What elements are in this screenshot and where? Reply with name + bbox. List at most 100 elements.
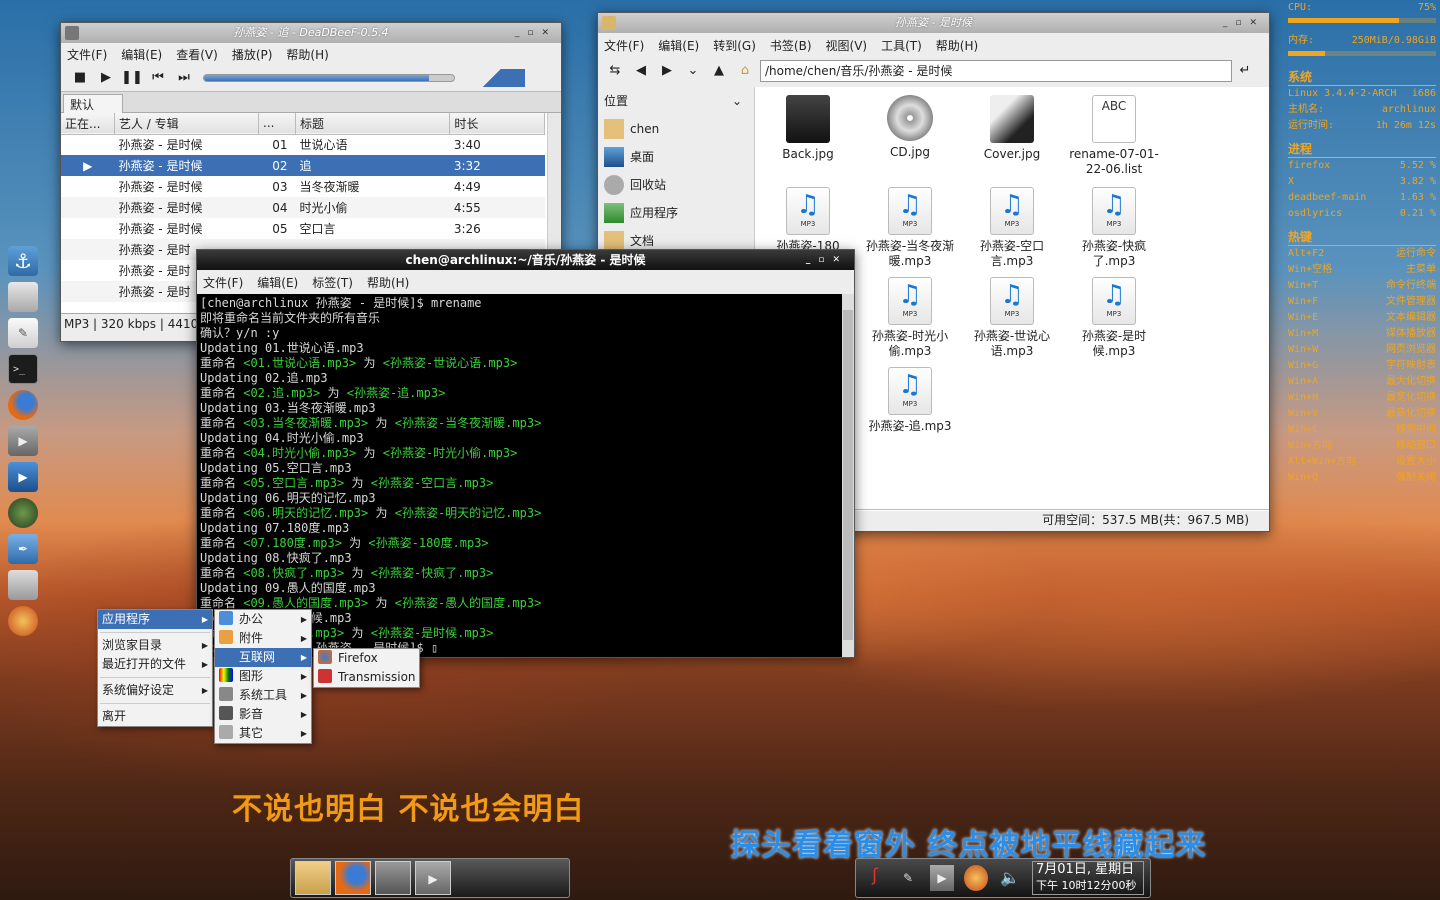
app-category-item[interactable]: 办公 ▶	[215, 610, 311, 629]
terminal-output[interactable]: [chen@archlinux 孙燕姿 - 是时候]$ mrename 即将重命名…	[197, 294, 842, 657]
window-controls[interactable]: _▫✕	[1223, 13, 1265, 33]
app-category-item[interactable]: 影音 ▶	[215, 705, 311, 724]
file-item[interactable]: ♫ MP3 孙燕姿-世说心语.mp3	[967, 277, 1057, 359]
video-icon[interactable]: ▶	[8, 462, 38, 492]
playlist-row[interactable]: 孙燕姿 - 是时候 05 空口言 3:26	[61, 218, 545, 239]
media-player-icon[interactable]: ▶	[8, 426, 38, 456]
app-category-item[interactable]: 其它 ▶	[215, 724, 311, 743]
terminal-titlebar[interactable]: chen@archlinux:~/音乐/孙燕姿 - 是时候 _▫✕	[197, 250, 854, 270]
window-controls[interactable]: _▫✕	[806, 250, 848, 270]
menu-item[interactable]: 书签(B)	[770, 37, 812, 54]
menu-item[interactable]: 编辑(E)	[121, 46, 162, 63]
file-item[interactable]: Back.jpg	[763, 95, 853, 162]
path-bar[interactable]: /home/chen/音乐/孙燕姿 - 是时候	[760, 60, 1232, 82]
main-menu-item[interactable]: 应用程序 ▶	[98, 610, 212, 629]
column-header[interactable]: 艺人 / 专辑	[114, 113, 260, 134]
player-task-icon[interactable]: ▶	[415, 861, 451, 895]
go-icon[interactable]: ↵	[1232, 60, 1258, 82]
app-category-item[interactable]: 图形 ▶	[215, 667, 311, 686]
file-item[interactable]: ♫ MP3 孙燕姿-时光小偷.mp3	[865, 277, 955, 359]
places-header[interactable]: 位置 ⌄	[598, 87, 752, 115]
new-tab-icon[interactable]: ⇆	[602, 60, 628, 82]
previous-icon[interactable]: ⏮	[145, 67, 171, 89]
lyrics-tray-icon[interactable]	[964, 865, 988, 891]
folder-task-icon[interactable]	[295, 861, 331, 895]
main-menu-item[interactable]: 系统偏好设定 ▶	[98, 681, 212, 700]
playlist-row[interactable]: 孙燕姿 - 是时候 01 世说心语 3:40	[61, 134, 545, 155]
file-item[interactable]: ♫ MP3 孙燕姿-快疯了.mp3	[1069, 187, 1159, 269]
app-category-item[interactable]: 互联网 ▶	[215, 648, 311, 667]
next-icon[interactable]: ⏭	[171, 67, 197, 89]
clock[interactable]: 7月01日, 星期日 下午 10时12分00秒	[1032, 861, 1144, 895]
main-menu-item[interactable]: 离开	[98, 707, 212, 726]
terminal-scrollbar[interactable]	[842, 294, 854, 657]
pause-icon[interactable]: ❚❚	[119, 67, 145, 89]
menu-item[interactable]: 工具(T)	[881, 37, 922, 54]
menu-item[interactable]: 帮助(H)	[936, 37, 978, 54]
column-header[interactable]: 标题	[295, 113, 451, 134]
app-tray-icon[interactable]: ʃ	[864, 865, 886, 891]
menu-item[interactable]: 文件(F)	[203, 274, 243, 291]
up-icon[interactable]: ▲	[706, 60, 732, 82]
file-item[interactable]: ABC rename-07-01-22-06.list	[1069, 95, 1159, 177]
menu-item[interactable]: 转到(G)	[713, 37, 756, 54]
flame-icon[interactable]	[8, 606, 38, 636]
terminal-icon[interactable]: >_	[8, 354, 38, 384]
pen-tray-icon[interactable]: ✎	[896, 865, 920, 891]
column-header[interactable]: 正在...	[61, 113, 115, 134]
file-item[interactable]: CD.jpg	[865, 95, 955, 160]
anchor-icon[interactable]: ⚓	[8, 246, 38, 276]
menu-item[interactable]: 编辑(E)	[658, 37, 699, 54]
menu-item[interactable]: 查看(V)	[176, 46, 218, 63]
file-item[interactable]: ♫ MP3 孙燕姿-是时候.mp3	[1069, 277, 1159, 359]
column-header[interactable]: 时长	[449, 113, 545, 134]
volume-icon[interactable]: 🔈	[998, 865, 1022, 891]
file-item[interactable]: ♫ MP3 孙燕姿-当冬夜渐暖.mp3	[865, 187, 955, 269]
home-folder-icon[interactable]: ⌂	[732, 60, 758, 82]
file-item[interactable]: ♫ MP3 孙燕姿-追.mp3	[865, 367, 955, 434]
playlist-tab-default[interactable]: 默认	[63, 94, 123, 113]
main-menu-item[interactable]: 浏览家目录 ▶	[98, 636, 212, 655]
column-header[interactable]: ...	[258, 113, 297, 134]
place-item[interactable]: 应用程序	[598, 199, 752, 227]
file-item[interactable]: Cover.jpg	[967, 95, 1057, 162]
app-category-item[interactable]: 附件 ▶	[215, 629, 311, 648]
player-tray-icon[interactable]: ▶	[930, 865, 954, 891]
terminal-scroll-thumb[interactable]	[843, 310, 853, 640]
place-item[interactable]: chen	[598, 115, 752, 143]
main-menu-item[interactable]: 最近打开的文件 ▶	[98, 655, 212, 674]
chevron-down-icon[interactable]: ⌄	[732, 87, 742, 115]
play-icon[interactable]: ▶	[93, 67, 119, 89]
menu-item[interactable]: 帮助(H)	[286, 46, 328, 63]
window-controls[interactable]: _▫✕	[515, 23, 557, 43]
app-category-item[interactable]: 系统工具 ▶	[215, 686, 311, 705]
place-item[interactable]: 回收站	[598, 171, 752, 199]
firefox-icon[interactable]	[8, 390, 38, 420]
stop-icon[interactable]: ■	[67, 67, 93, 89]
file-item[interactable]: ♫ MP3 孙燕姿-180	[763, 187, 853, 254]
monitor-task-icon[interactable]	[375, 861, 411, 895]
globe-icon[interactable]	[8, 498, 38, 528]
forward-icon[interactable]: ▶	[654, 60, 680, 82]
volume-bar[interactable]	[459, 69, 525, 87]
menu-item[interactable]: 帮助(H)	[367, 274, 409, 291]
drive-icon[interactable]	[8, 282, 38, 312]
place-item[interactable]: 桌面	[598, 143, 752, 171]
draw-icon[interactable]: ✒	[8, 534, 38, 564]
firefox-task-icon[interactable]	[335, 861, 371, 895]
playlist-row[interactable]: 孙燕姿 - 是时候 03 当冬夜渐暖 4:49	[61, 176, 545, 197]
menu-item[interactable]: 播放(P)	[232, 46, 273, 63]
menu-item[interactable]: 编辑(E)	[257, 274, 298, 291]
back-icon[interactable]: ◀	[628, 60, 654, 82]
player-titlebar[interactable]: 孙燕姿 - 追 - DeaDBeeF-0.5.4 _▫✕	[61, 23, 561, 43]
menu-item[interactable]: 文件(F)	[604, 37, 644, 54]
internet-app-item[interactable]: Transmission	[314, 668, 419, 687]
seek-bar[interactable]	[203, 74, 455, 82]
menu-item[interactable]: 标签(T)	[312, 274, 353, 291]
calculator-icon[interactable]	[8, 570, 38, 600]
playlist-row[interactable]: 孙燕姿 - 是时候 04 时光小偷 4:55	[61, 197, 545, 218]
text-editor-icon[interactable]: ✎	[8, 318, 38, 348]
menu-item[interactable]: 文件(F)	[67, 46, 107, 63]
fm-titlebar[interactable]: 孙燕姿 - 是时候 _▫✕	[598, 13, 1269, 33]
file-item[interactable]: ♫ MP3 孙燕姿-空口言.mp3	[967, 187, 1057, 269]
